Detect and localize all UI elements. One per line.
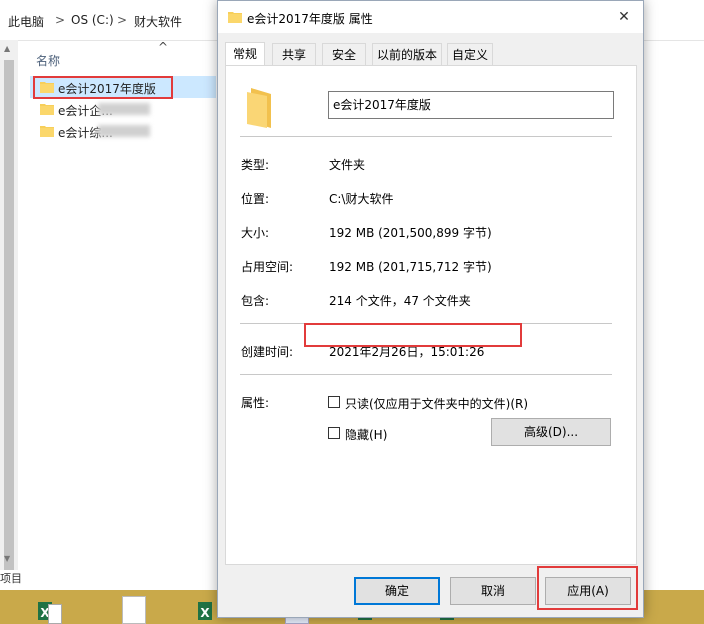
tab-general[interactable]: 常规: [225, 42, 265, 66]
dialog-title: e会计2017年度版 属性: [247, 12, 373, 26]
scroll-down-icon[interactable]: ▼: [4, 554, 10, 563]
file-row[interactable]: e会计企...: [30, 98, 216, 120]
advanced-button[interactable]: 高级(D)...: [491, 418, 611, 446]
dialog-titlebar[interactable]: e会计2017年度版 属性 ✕: [218, 1, 643, 33]
scrollbar-thumb[interactable]: [4, 60, 14, 570]
location-value: C:\财大软件: [329, 192, 394, 206]
highlight-box-readonly: [304, 323, 522, 347]
tab-previous-versions[interactable]: 以前的版本: [372, 43, 442, 65]
type-value: 文件夹: [329, 158, 366, 172]
status-bar-item-count: 项目: [0, 572, 22, 585]
readonly-label[interactable]: 只读(仅应用于文件夹中的文件)(R): [345, 395, 528, 412]
breadcrumb-drive[interactable]: OS (C:): [71, 13, 114, 27]
folder-icon: [40, 104, 54, 115]
type-label: 类型:: [241, 158, 270, 172]
location-label: 位置:: [241, 192, 270, 206]
general-tab-panel: e会计2017年度版 类型: 文件夹 位置: C:\财大软件 大小: 192 M…: [225, 65, 637, 565]
file-row[interactable]: e会计综...: [30, 120, 216, 142]
properties-dialog: e会计2017年度版 属性 ✕ 常规 共享 安全 以前的版本 自定义 e会计20…: [217, 0, 644, 618]
contains-value: 214 个文件，47 个文件夹: [329, 294, 471, 308]
size-value: 192 MB (201,500,899 字节): [329, 226, 492, 240]
scroll-up-icon[interactable]: ▲: [4, 44, 10, 53]
folder-name-input[interactable]: e会计2017年度版: [328, 91, 614, 119]
tab-security[interactable]: 安全: [322, 43, 366, 65]
redaction-blur: [98, 103, 150, 115]
size-label: 大小:: [241, 226, 270, 240]
divider: [240, 136, 612, 137]
breadcrumb-folder[interactable]: 财大软件: [134, 13, 182, 30]
sort-ascending-icon: ^: [158, 40, 169, 54]
vertical-scrollbar[interactable]: ▲ ▼: [0, 40, 18, 570]
size-on-disk-label: 占用空间:: [241, 260, 294, 274]
folder-icon: [40, 126, 54, 137]
ok-button[interactable]: 确定: [354, 577, 440, 605]
close-icon[interactable]: ✕: [608, 3, 640, 31]
breadcrumb-this-pc[interactable]: 此电脑: [8, 13, 44, 30]
highlight-box-selected-folder: [33, 76, 173, 99]
breadcrumb-separator-icon: >: [55, 13, 66, 27]
readonly-checkbox[interactable]: [328, 396, 340, 408]
redaction-blur: [98, 125, 150, 137]
tab-customize[interactable]: 自定义: [447, 43, 493, 65]
document-icon[interactable]: [122, 596, 146, 624]
highlight-box-apply: [537, 566, 638, 610]
hidden-label[interactable]: 隐藏(H): [345, 426, 387, 443]
breadcrumb-separator-icon: >: [117, 13, 128, 27]
excel-icon[interactable]: X: [38, 596, 62, 624]
column-header-name[interactable]: 名称: [36, 52, 60, 69]
attributes-label: 属性:: [241, 396, 270, 410]
cancel-button[interactable]: 取消: [450, 577, 536, 605]
divider: [240, 374, 612, 375]
contains-label: 包含:: [241, 294, 270, 308]
folder-icon: [247, 88, 271, 128]
tab-sharing[interactable]: 共享: [272, 43, 316, 65]
hidden-checkbox[interactable]: [328, 427, 340, 439]
folder-icon: [228, 12, 242, 23]
size-on-disk-value: 192 MB (201,715,712 字节): [329, 260, 492, 274]
created-label: 创建时间:: [241, 345, 294, 359]
